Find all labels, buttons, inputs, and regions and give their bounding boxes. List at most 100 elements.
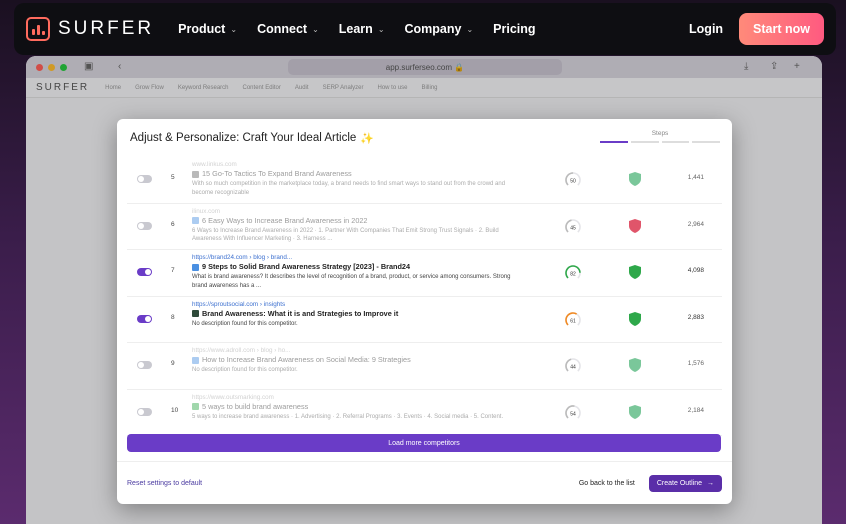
content-score-gauge: 44 bbox=[565, 358, 581, 374]
nav-link-label: Learn bbox=[338, 22, 373, 36]
competitor-row: 10 https://www.outsmarking.com 5 ways to b… bbox=[127, 390, 722, 436]
content-score: 50 bbox=[570, 179, 576, 185]
content-score-gauge: 61 bbox=[565, 311, 581, 328]
favicon-icon bbox=[192, 310, 199, 317]
steps-label: Steps bbox=[651, 130, 669, 137]
chevron-down-icon: ⌄ bbox=[230, 24, 238, 34]
nav-links: Product ⌄ Connect ⌄ Learn ⌄ Company ⌄ Pricing bbox=[178, 22, 535, 36]
competitor-title[interactable]: 5 ways to build brand awareness bbox=[202, 402, 308, 412]
create-outline-button[interactable]: Create Outline → bbox=[648, 474, 722, 492]
nav-link[interactable]: Learn ⌄ bbox=[339, 22, 385, 36]
chevron-down-icon: ⌄ bbox=[377, 24, 385, 34]
competitor-description: With so much competition in the marketpl… bbox=[192, 181, 506, 196]
content-score: 45 bbox=[570, 225, 576, 231]
shield-icon bbox=[629, 172, 641, 186]
competitor-url[interactable]: https://www.adroll.com › blog › ho... bbox=[192, 346, 522, 355]
modal-title: Adjust & Personalize: Craft Your Ideal A… bbox=[130, 132, 357, 144]
nav-link[interactable]: Connect ⌄ bbox=[257, 22, 319, 36]
content-score-gauge: 82 bbox=[565, 265, 581, 281]
favicon-icon bbox=[192, 170, 199, 178]
competitor-title[interactable]: 6 Easy Ways to Increase Brand Awareness … bbox=[202, 216, 368, 226]
sparkle-icon: ✨ bbox=[360, 132, 374, 145]
competitor-rank: 8 bbox=[171, 313, 175, 321]
competitor-rank: 6 bbox=[171, 220, 175, 228]
competitor-description: What is brand awareness? It describes th… bbox=[192, 274, 511, 289]
word-count: 2,964 bbox=[687, 220, 704, 228]
surfer-logo-icon bbox=[26, 17, 50, 41]
shield-icon bbox=[629, 311, 641, 326]
competitor-url[interactable]: https://brand24.com › blog › brand... bbox=[192, 253, 522, 262]
reset-settings-link[interactable]: Reset settings to default bbox=[127, 480, 202, 487]
word-count: 1,576 bbox=[687, 360, 704, 367]
competitor-list: 5 www.linkus.com 15 Go-To Tactics To Expan… bbox=[127, 157, 722, 436]
competitor-title[interactable]: Brand Awareness: What it is and Strategi… bbox=[202, 309, 398, 319]
competitor-rank: 5 bbox=[171, 174, 175, 181]
shield-icon bbox=[629, 218, 641, 233]
competitor-toggle[interactable] bbox=[137, 407, 152, 416]
competitor-description: 6 Ways to Increase Brand Awareness in 20… bbox=[192, 227, 499, 243]
nav-link-label: Product bbox=[178, 22, 226, 36]
competitor-url[interactable]: ilinux.com bbox=[192, 207, 522, 216]
favicon-icon bbox=[192, 263, 199, 271]
content-score-gauge: 50 bbox=[565, 172, 581, 188]
competitor-title[interactable]: 15 Go-To Tactics To Expand Brand Awarene… bbox=[202, 169, 352, 179]
competitor-toggle[interactable] bbox=[137, 361, 152, 369]
steps-progress: Steps bbox=[600, 130, 720, 143]
shield-icon bbox=[629, 404, 641, 419]
competitor-url[interactable]: https://www.outsmarking.com bbox=[192, 393, 522, 402]
content-score: 82 bbox=[570, 272, 576, 278]
favicon-icon bbox=[192, 403, 199, 410]
go-back-link[interactable]: Go back to the list bbox=[579, 480, 635, 487]
nav-link-label: Connect bbox=[257, 22, 308, 36]
competitor-title[interactable]: 9 Steps to Solid Brand Awareness Strateg… bbox=[202, 262, 410, 272]
chevron-down-icon: ⌄ bbox=[312, 24, 319, 34]
word-count: 2,883 bbox=[687, 313, 704, 321]
competitor-rank: 7 bbox=[171, 267, 175, 274]
step-indicator bbox=[630, 141, 659, 143]
arrow-right-icon: → bbox=[707, 479, 714, 487]
competitor-title[interactable]: How to Increase Brand Awareness on Socia… bbox=[202, 355, 411, 365]
site-nav: SURFER Product ⌄ Connect ⌄ Learn ⌄ Company ⌄ Pri… bbox=[14, 3, 836, 55]
start-now-button[interactable]: Start now bbox=[739, 13, 824, 45]
content-score: 61 bbox=[570, 318, 576, 324]
modal-footer: Reset settings to default Go back to the… bbox=[117, 461, 732, 504]
competitor-toggle[interactable] bbox=[137, 268, 152, 276]
step-indicator bbox=[600, 141, 628, 143]
competitor-rank: 10 bbox=[171, 406, 179, 414]
competitor-description: 5 ways to increase brand awareness · 1. … bbox=[192, 413, 504, 420]
favicon-icon bbox=[192, 356, 199, 364]
competitor-row: 5 www.linkus.com 15 Go-To Tactics To Expan… bbox=[127, 157, 722, 204]
login-link[interactable]: Login bbox=[689, 22, 723, 36]
word-count: 4,098 bbox=[687, 267, 704, 274]
step-indicator bbox=[692, 141, 720, 143]
competitor-url[interactable]: https://sproutsocial.com › insights bbox=[192, 300, 522, 309]
favicon-icon bbox=[192, 217, 199, 224]
content-score-gauge: 45 bbox=[565, 218, 581, 235]
competitor-toggle[interactable] bbox=[137, 221, 152, 230]
competitor-description: No description found for this competitor… bbox=[192, 320, 298, 327]
competitor-toggle[interactable] bbox=[137, 175, 152, 183]
competitor-description: No description found for this competitor… bbox=[192, 367, 298, 373]
competitor-row: 7 https://brand24.com › blog › brand... 9 … bbox=[127, 250, 722, 297]
word-count: 2,184 bbox=[687, 406, 704, 414]
competitor-toggle[interactable] bbox=[137, 314, 152, 323]
word-count: 1,441 bbox=[687, 174, 704, 181]
chevron-down-icon: ⌄ bbox=[466, 24, 474, 34]
content-score: 44 bbox=[570, 365, 576, 371]
content-score: 54 bbox=[570, 411, 576, 417]
shield-icon bbox=[629, 265, 641, 279]
adjust-personalize-modal: Adjust & Personalize: Craft Your Ideal A… bbox=[117, 119, 732, 504]
competitor-row: 8 https://sproutsocial.com › insights Bran… bbox=[127, 297, 722, 343]
competitor-row: 6 ilinux.com 6 Easy Ways to Increase Brand… bbox=[127, 204, 722, 250]
nav-link[interactable]: Product ⌄ bbox=[178, 22, 237, 36]
surfer-logo[interactable]: SURFER bbox=[26, 17, 154, 41]
nav-link-label: Company bbox=[404, 22, 462, 36]
nav-link[interactable]: Company ⌄ bbox=[405, 22, 474, 36]
competitor-rank: 9 bbox=[171, 360, 175, 367]
content-score-gauge: 54 bbox=[565, 404, 581, 421]
step-indicator bbox=[661, 141, 690, 143]
nav-link[interactable]: Pricing bbox=[493, 22, 535, 36]
competitor-row: 9 https://www.adroll.com › blog › ho... Ho… bbox=[127, 343, 722, 390]
competitor-url[interactable]: www.linkus.com bbox=[192, 160, 522, 169]
load-more-button[interactable]: Load more competitors bbox=[127, 434, 721, 452]
